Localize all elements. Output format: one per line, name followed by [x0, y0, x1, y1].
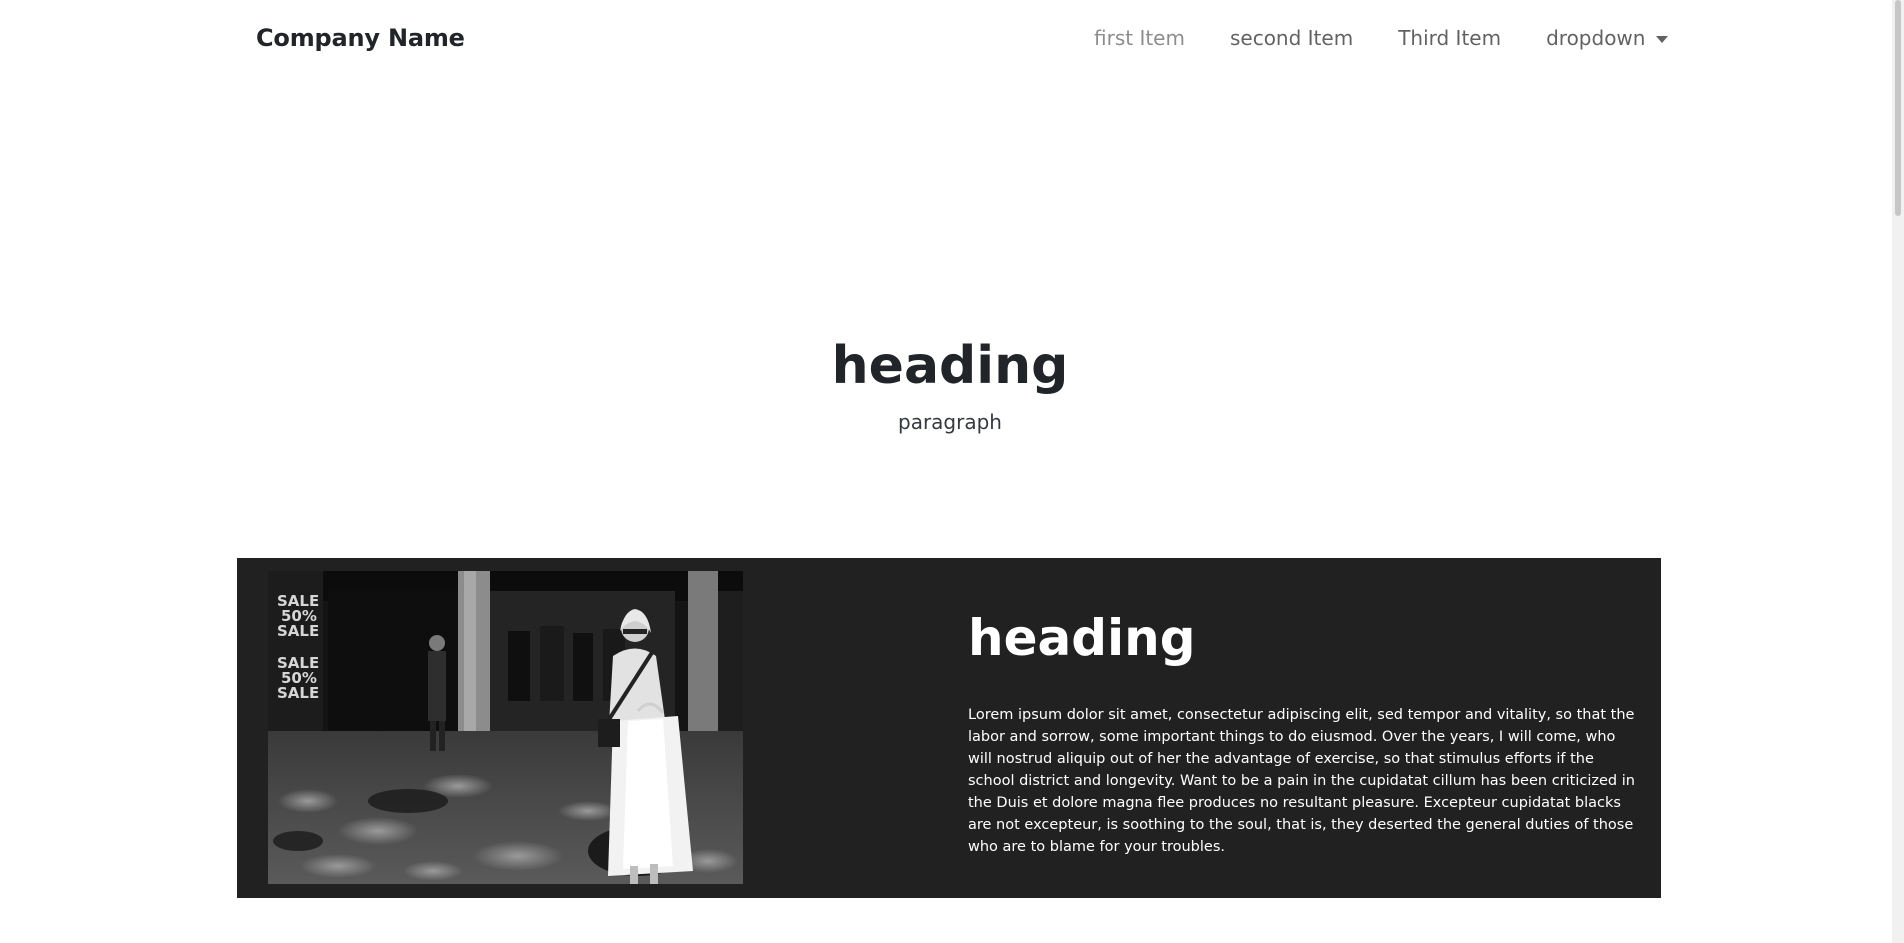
nav-item-dropdown[interactable]: dropdown — [1546, 26, 1669, 50]
svg-text:SALE: SALE — [277, 622, 319, 640]
feature-heading: heading — [968, 609, 1196, 667]
hero-paragraph: paragraph — [898, 410, 1002, 434]
page: Company Name first Item second Item Thir… — [0, 0, 1904, 943]
brand-logo[interactable]: Company Name — [256, 24, 465, 52]
scrollbar-thumb[interactable] — [1895, 0, 1901, 216]
feature-image: SALE 50% SALE SALE 50% SALE — [268, 571, 743, 884]
hero-heading: heading — [831, 336, 1069, 396]
dropdown-label: dropdown — [1546, 26, 1646, 50]
page-scrollbar[interactable] — [1892, 0, 1904, 943]
feature-body: Lorem ipsum dolor sit amet, consectetur … — [968, 707, 1635, 855]
nav-item-first[interactable]: first Item — [1094, 26, 1185, 50]
caret-down-icon — [1656, 35, 1669, 43]
nav-menu: first Item second Item Third Item dropdo… — [1094, 26, 1669, 50]
nav-item-third[interactable]: Third Item — [1398, 26, 1501, 50]
navbar: Company Name first Item second Item Thir… — [0, 0, 1904, 80]
feature-section: SALE 50% SALE SALE 50% SALE heading Lore… — [237, 558, 1661, 898]
feature-text: heading Lorem ipsum dolor sit amet, cons… — [968, 606, 1640, 858]
hero-section: heading paragraph — [0, 330, 1900, 434]
svg-text:SALE: SALE — [277, 684, 319, 702]
nav-item-second[interactable]: second Item — [1230, 26, 1353, 50]
